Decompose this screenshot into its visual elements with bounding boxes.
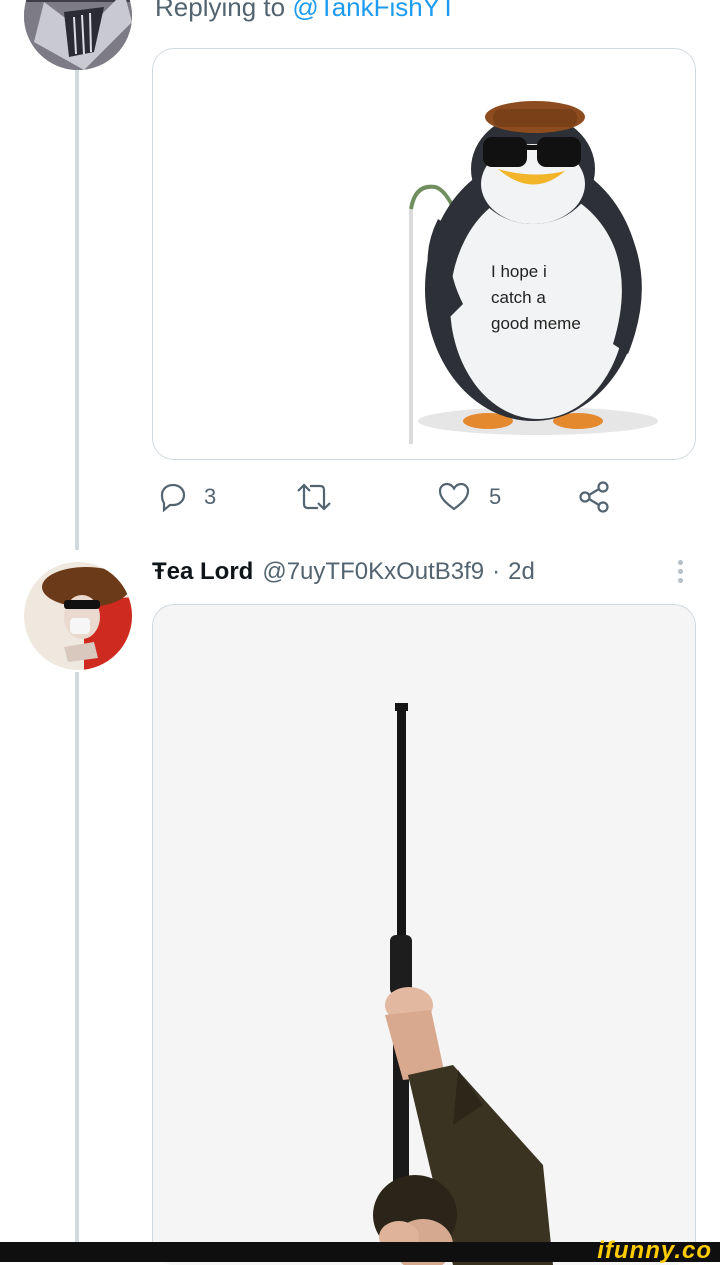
reply-mention-link[interactable]: @TankFishYT — [292, 0, 456, 22]
avatar-previous-user[interactable] — [24, 0, 132, 70]
replying-to-prefix: Replying to — [155, 0, 293, 22]
reply-button[interactable]: 3 — [156, 480, 216, 514]
ifunny-watermark: ifunny.co — [597, 1237, 712, 1264]
avatar-image — [24, 562, 132, 670]
caption-line-3: good meme — [491, 314, 581, 333]
share-button[interactable] — [578, 480, 612, 514]
tweet-header: Ŧea Lord @7uyTF0KxOutB3f9 · 2d — [152, 558, 535, 586]
thread-line-bottom — [75, 672, 79, 1242]
more-icon — [672, 560, 688, 583]
caption-line-1: I hope i — [491, 262, 547, 281]
reply-count: 3 — [204, 484, 217, 509]
tweet-media-rifle[interactable] — [152, 604, 696, 1265]
avatar-tea-lord[interactable] — [24, 562, 132, 670]
replying-to-label: Replying to @TankFishYT — [155, 0, 456, 23]
reply-icon — [160, 483, 186, 513]
avatar-image — [24, 0, 132, 70]
retweet-button[interactable] — [294, 480, 334, 514]
like-icon — [438, 482, 470, 511]
like-button[interactable]: 5 — [437, 480, 501, 514]
penguin-caption: I hope i catch a good meme — [491, 259, 581, 337]
more-options-button[interactable] — [672, 556, 688, 590]
share-icon — [579, 481, 609, 513]
caption-line-2: catch a — [491, 288, 546, 307]
tweet-time[interactable]: 2d — [508, 558, 535, 586]
like-count: 5 — [489, 484, 502, 509]
tweet-media-penguin[interactable]: I hope i catch a good meme — [152, 48, 696, 460]
retweet-icon — [297, 483, 331, 511]
display-name[interactable]: Ŧea Lord — [152, 558, 253, 586]
thread-line-top — [75, 70, 79, 550]
user-handle[interactable]: @7uyTF0KxOutB3f9 — [262, 558, 484, 586]
rifle-photo-image — [153, 605, 695, 1265]
penguin-meme-image — [153, 49, 695, 459]
header-separator: · — [492, 558, 501, 585]
